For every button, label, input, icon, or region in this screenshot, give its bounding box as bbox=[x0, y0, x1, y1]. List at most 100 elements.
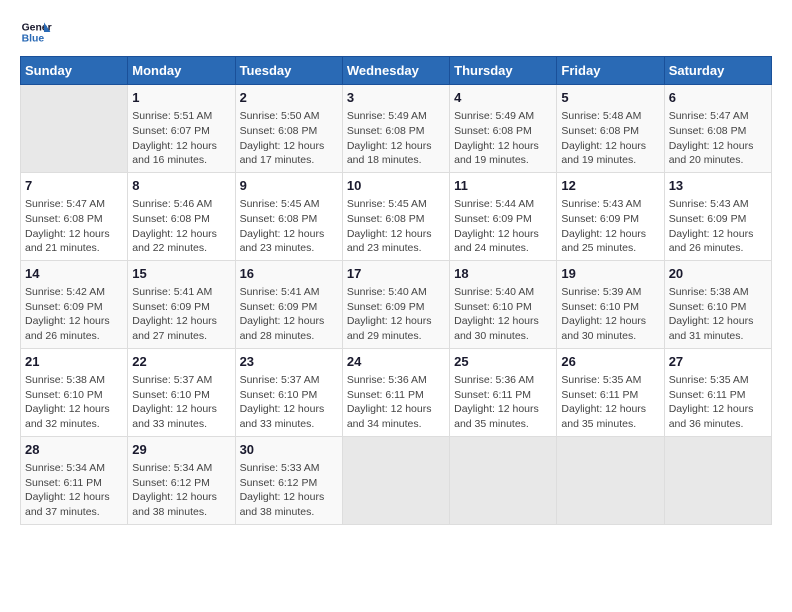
day-cell bbox=[342, 436, 449, 524]
day-info: Sunrise: 5:37 AM Sunset: 6:10 PM Dayligh… bbox=[240, 373, 338, 432]
day-number: 28 bbox=[25, 441, 123, 459]
day-cell: 3Sunrise: 5:49 AM Sunset: 6:08 PM Daylig… bbox=[342, 85, 449, 173]
logo-icon: General Blue bbox=[20, 16, 52, 48]
week-row-5: 28 Sunrise: 5:34 AM Sunset: 6:11 PM Dayli… bbox=[21, 436, 772, 524]
day-cell: 11 Sunrise: 5:44 AM Sunset: 6:09 PM Dayli… bbox=[450, 172, 557, 260]
day-cell: 28 Sunrise: 5:34 AM Sunset: 6:11 PM Dayli… bbox=[21, 436, 128, 524]
day-cell: 8Sunrise: 5:46 AM Sunset: 6:08 PM Daylig… bbox=[128, 172, 235, 260]
day-cell: 26 Sunrise: 5:35 AM Sunset: 6:11 PM Dayli… bbox=[557, 348, 664, 436]
week-row-4: 21 Sunrise: 5:38 AM Sunset: 6:10 PM Dayli… bbox=[21, 348, 772, 436]
day-cell bbox=[450, 436, 557, 524]
day-cell: 17Sunrise: 5:40 AM Sunset: 6:09 PM Dayli… bbox=[342, 260, 449, 348]
day-number: 11 bbox=[454, 177, 552, 195]
header-monday: Monday bbox=[128, 57, 235, 85]
day-info: Sunrise: 5:34 AM Sunset: 6:11 PM Dayligh… bbox=[25, 461, 123, 520]
day-info: Sunrise: 5:48 AM Sunset: 6:08 PM Dayligh… bbox=[561, 109, 659, 168]
day-number: 5 bbox=[561, 89, 659, 107]
day-cell: 9 Sunrise: 5:45 AM Sunset: 6:08 PM Daylig… bbox=[235, 172, 342, 260]
day-number: 14 bbox=[25, 265, 123, 283]
day-info: Sunrise: 5:36 AM Sunset: 6:11 PM Dayligh… bbox=[454, 373, 552, 432]
day-number: 1 bbox=[132, 89, 230, 107]
day-number: 21 bbox=[25, 353, 123, 371]
header-sunday: Sunday bbox=[21, 57, 128, 85]
day-info: Sunrise: 5:39 AM Sunset: 6:10 PM Dayligh… bbox=[561, 285, 659, 344]
day-cell: 16 Sunrise: 5:41 AM Sunset: 6:09 PM Dayli… bbox=[235, 260, 342, 348]
day-info: Sunrise: 5:43 AM Sunset: 6:09 PM Dayligh… bbox=[561, 197, 659, 256]
day-cell: 20 Sunrise: 5:38 AM Sunset: 6:10 PM Dayli… bbox=[664, 260, 771, 348]
day-info: Sunrise: 5:38 AM Sunset: 6:10 PM Dayligh… bbox=[25, 373, 123, 432]
day-cell: 19Sunrise: 5:39 AM Sunset: 6:10 PM Dayli… bbox=[557, 260, 664, 348]
day-info: Sunrise: 5:37 AM Sunset: 6:10 PM Dayligh… bbox=[132, 373, 230, 432]
svg-text:Blue: Blue bbox=[22, 34, 45, 45]
week-row-2: 7 Sunrise: 5:47 AM Sunset: 6:08 PM Daylig… bbox=[21, 172, 772, 260]
day-number: 22 bbox=[132, 353, 230, 371]
day-cell: 12 Sunrise: 5:43 AM Sunset: 6:09 PM Dayli… bbox=[557, 172, 664, 260]
day-number: 2 bbox=[240, 89, 338, 107]
day-cell: 14Sunrise: 5:42 AM Sunset: 6:09 PM Dayli… bbox=[21, 260, 128, 348]
day-info: Sunrise: 5:43 AM Sunset: 6:09 PM Dayligh… bbox=[669, 197, 767, 256]
calendar-table: SundayMondayTuesdayWednesdayThursdayFrid… bbox=[20, 56, 772, 525]
day-cell: 13 Sunrise: 5:43 AM Sunset: 6:09 PM Dayli… bbox=[664, 172, 771, 260]
week-row-3: 14Sunrise: 5:42 AM Sunset: 6:09 PM Dayli… bbox=[21, 260, 772, 348]
day-number: 23 bbox=[240, 353, 338, 371]
day-info: Sunrise: 5:47 AM Sunset: 6:08 PM Dayligh… bbox=[25, 197, 123, 256]
header-tuesday: Tuesday bbox=[235, 57, 342, 85]
day-number: 16 bbox=[240, 265, 338, 283]
day-number: 15 bbox=[132, 265, 230, 283]
day-cell: 5 Sunrise: 5:48 AM Sunset: 6:08 PM Daylig… bbox=[557, 85, 664, 173]
day-info: Sunrise: 5:40 AM Sunset: 6:09 PM Dayligh… bbox=[347, 285, 445, 344]
day-info: Sunrise: 5:50 AM Sunset: 6:08 PM Dayligh… bbox=[240, 109, 338, 168]
header-saturday: Saturday bbox=[664, 57, 771, 85]
day-cell bbox=[557, 436, 664, 524]
day-cell: 15Sunrise: 5:41 AM Sunset: 6:09 PM Dayli… bbox=[128, 260, 235, 348]
day-cell: 18 Sunrise: 5:40 AM Sunset: 6:10 PM Dayli… bbox=[450, 260, 557, 348]
day-number: 6 bbox=[669, 89, 767, 107]
day-cell: 10 Sunrise: 5:45 AM Sunset: 6:08 PM Dayli… bbox=[342, 172, 449, 260]
day-number: 20 bbox=[669, 265, 767, 283]
day-number: 9 bbox=[240, 177, 338, 195]
page-header: General Blue bbox=[20, 16, 772, 48]
day-number: 12 bbox=[561, 177, 659, 195]
day-info: Sunrise: 5:45 AM Sunset: 6:08 PM Dayligh… bbox=[347, 197, 445, 256]
day-info: Sunrise: 5:34 AM Sunset: 6:12 PM Dayligh… bbox=[132, 461, 230, 520]
day-info: Sunrise: 5:44 AM Sunset: 6:09 PM Dayligh… bbox=[454, 197, 552, 256]
day-info: Sunrise: 5:45 AM Sunset: 6:08 PM Dayligh… bbox=[240, 197, 338, 256]
day-cell: 4Sunrise: 5:49 AM Sunset: 6:08 PM Daylig… bbox=[450, 85, 557, 173]
header-friday: Friday bbox=[557, 57, 664, 85]
day-cell: 24 Sunrise: 5:36 AM Sunset: 6:11 PM Dayli… bbox=[342, 348, 449, 436]
header-wednesday: Wednesday bbox=[342, 57, 449, 85]
day-cell bbox=[21, 85, 128, 173]
day-info: Sunrise: 5:51 AM Sunset: 6:07 PM Dayligh… bbox=[132, 109, 230, 168]
day-cell: 6Sunrise: 5:47 AM Sunset: 6:08 PM Daylig… bbox=[664, 85, 771, 173]
day-number: 13 bbox=[669, 177, 767, 195]
day-number: 7 bbox=[25, 177, 123, 195]
day-info: Sunrise: 5:49 AM Sunset: 6:08 PM Dayligh… bbox=[454, 109, 552, 168]
day-number: 24 bbox=[347, 353, 445, 371]
day-number: 27 bbox=[669, 353, 767, 371]
day-number: 3 bbox=[347, 89, 445, 107]
day-cell: 22 Sunrise: 5:37 AM Sunset: 6:10 PM Dayli… bbox=[128, 348, 235, 436]
day-number: 30 bbox=[240, 441, 338, 459]
day-number: 18 bbox=[454, 265, 552, 283]
week-row-1: 1 Sunrise: 5:51 AM Sunset: 6:07 PM Daylig… bbox=[21, 85, 772, 173]
day-info: Sunrise: 5:35 AM Sunset: 6:11 PM Dayligh… bbox=[669, 373, 767, 432]
header-thursday: Thursday bbox=[450, 57, 557, 85]
day-info: Sunrise: 5:40 AM Sunset: 6:10 PM Dayligh… bbox=[454, 285, 552, 344]
day-cell: 25Sunrise: 5:36 AM Sunset: 6:11 PM Dayli… bbox=[450, 348, 557, 436]
logo: General Blue bbox=[20, 16, 52, 48]
day-number: 10 bbox=[347, 177, 445, 195]
day-number: 29 bbox=[132, 441, 230, 459]
calendar-header-row: SundayMondayTuesdayWednesdayThursdayFrid… bbox=[21, 57, 772, 85]
day-cell: 29 Sunrise: 5:34 AM Sunset: 6:12 PM Dayli… bbox=[128, 436, 235, 524]
day-cell: 1 Sunrise: 5:51 AM Sunset: 6:07 PM Daylig… bbox=[128, 85, 235, 173]
day-info: Sunrise: 5:41 AM Sunset: 6:09 PM Dayligh… bbox=[240, 285, 338, 344]
day-info: Sunrise: 5:33 AM Sunset: 6:12 PM Dayligh… bbox=[240, 461, 338, 520]
day-cell: 7 Sunrise: 5:47 AM Sunset: 6:08 PM Daylig… bbox=[21, 172, 128, 260]
day-info: Sunrise: 5:36 AM Sunset: 6:11 PM Dayligh… bbox=[347, 373, 445, 432]
day-cell: 30 Sunrise: 5:33 AM Sunset: 6:12 PM Dayli… bbox=[235, 436, 342, 524]
day-info: Sunrise: 5:35 AM Sunset: 6:11 PM Dayligh… bbox=[561, 373, 659, 432]
day-info: Sunrise: 5:38 AM Sunset: 6:10 PM Dayligh… bbox=[669, 285, 767, 344]
day-cell: 21 Sunrise: 5:38 AM Sunset: 6:10 PM Dayli… bbox=[21, 348, 128, 436]
day-number: 26 bbox=[561, 353, 659, 371]
day-number: 8 bbox=[132, 177, 230, 195]
